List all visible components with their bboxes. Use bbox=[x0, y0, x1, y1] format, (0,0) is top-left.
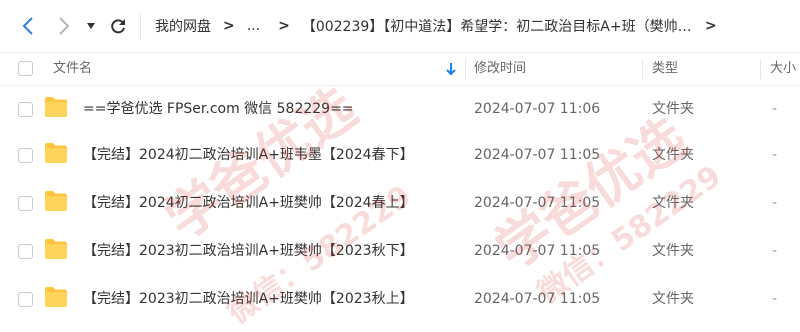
column-divider[interactable] bbox=[642, 59, 643, 79]
file-name[interactable]: 【完结】2023初二政治培训A+班樊帅【2023秋上】 bbox=[83, 276, 414, 322]
column-header-size[interactable]: 大小 bbox=[770, 53, 796, 85]
file-name[interactable]: 【完结】2023初二政治培训A+班樊帅【2023秋下】 bbox=[83, 228, 414, 274]
column-divider[interactable] bbox=[760, 59, 761, 79]
modified-time: 2024-07-07 11:05 bbox=[474, 243, 601, 259]
refresh-icon bbox=[111, 19, 125, 34]
history-dropdown-button[interactable] bbox=[80, 12, 102, 40]
file-name[interactable]: ==学爸优选 FPSer.com 微信 582229== bbox=[83, 86, 354, 132]
folder-icon bbox=[45, 287, 67, 307]
row-checkbox[interactable] bbox=[18, 148, 33, 163]
breadcrumb-separator: > bbox=[223, 18, 235, 34]
modified-time: 2024-07-07 11:05 bbox=[474, 195, 601, 211]
column-header-type[interactable]: 类型 bbox=[652, 53, 678, 85]
chevron-left-icon bbox=[22, 17, 33, 35]
forward-button[interactable] bbox=[50, 12, 78, 40]
toolbar: 我的网盘 > ... > 【002239】【初中道法】希望学：初二政治目标A+班… bbox=[0, 0, 800, 52]
table-row[interactable]: 【完结】2024初二政治培训A+班韦墨【2024春下】 2024-07-07 1… bbox=[0, 132, 800, 178]
file-size: - bbox=[772, 101, 778, 117]
table-row[interactable]: ==学爸优选 FPSer.com 微信 582229== 2024-07-07 … bbox=[0, 86, 800, 132]
table-header: 文件名 修改时间 类型 大小 bbox=[0, 52, 800, 86]
toolbar-divider bbox=[140, 13, 141, 39]
breadcrumb-more-arrow[interactable]: > bbox=[705, 18, 717, 34]
row-checkbox[interactable] bbox=[18, 102, 33, 117]
folder-icon bbox=[45, 239, 67, 259]
breadcrumb-current-folder[interactable]: 【002239】【初中道法】希望学：初二政治目标A+班（樊帅韦墨）23暑... bbox=[302, 16, 697, 36]
row-checkbox[interactable] bbox=[18, 244, 33, 259]
caret-down-icon bbox=[87, 23, 95, 29]
chevron-right-icon bbox=[59, 17, 70, 35]
file-name[interactable]: 【完结】2024初二政治培训A+班韦墨【2024春下】 bbox=[83, 132, 414, 178]
folder-icon bbox=[45, 97, 67, 117]
sort-down-arrow-icon[interactable] bbox=[446, 62, 456, 76]
refresh-button[interactable] bbox=[104, 12, 132, 40]
modified-time: 2024-07-07 11:06 bbox=[474, 101, 601, 117]
file-size: - bbox=[772, 243, 778, 259]
breadcrumb-ellipsis[interactable]: ... bbox=[247, 18, 260, 34]
select-all-checkbox[interactable] bbox=[18, 61, 33, 76]
file-size: - bbox=[772, 147, 778, 163]
table-row[interactable]: 【完结】2024初二政治培训A+班樊帅【2024春上】 2024-07-07 1… bbox=[0, 180, 800, 226]
breadcrumb-root[interactable]: 我的网盘 bbox=[155, 16, 211, 36]
column-header-name[interactable]: 文件名 bbox=[53, 53, 92, 85]
column-header-modified[interactable]: 修改时间 bbox=[474, 53, 526, 85]
table-row[interactable]: 【完结】2023初二政治培训A+班樊帅【2023秋下】 2024-07-07 1… bbox=[0, 228, 800, 274]
file-type: 文件夹 bbox=[652, 291, 694, 307]
column-divider[interactable] bbox=[465, 59, 466, 79]
row-checkbox[interactable] bbox=[18, 292, 33, 307]
modified-time: 2024-07-07 11:05 bbox=[474, 291, 601, 307]
file-name[interactable]: 【完结】2024初二政治培训A+班樊帅【2024春上】 bbox=[83, 180, 414, 226]
folder-icon bbox=[45, 191, 67, 211]
back-button[interactable] bbox=[14, 12, 42, 40]
folder-icon bbox=[45, 143, 67, 163]
file-size: - bbox=[772, 291, 778, 307]
row-checkbox[interactable] bbox=[18, 196, 33, 211]
file-type: 文件夹 bbox=[652, 147, 694, 163]
file-type: 文件夹 bbox=[652, 243, 694, 259]
file-type: 文件夹 bbox=[652, 101, 694, 117]
table-row[interactable]: 【完结】2023初二政治培训A+班樊帅【2023秋上】 2024-07-07 1… bbox=[0, 276, 800, 322]
modified-time: 2024-07-07 11:05 bbox=[474, 147, 601, 163]
breadcrumb-separator: > bbox=[278, 18, 290, 34]
file-type: 文件夹 bbox=[652, 195, 694, 211]
file-size: - bbox=[772, 195, 778, 211]
breadcrumb: 我的网盘 > ... > 【002239】【初中道法】希望学：初二政治目标A+班… bbox=[155, 14, 795, 38]
